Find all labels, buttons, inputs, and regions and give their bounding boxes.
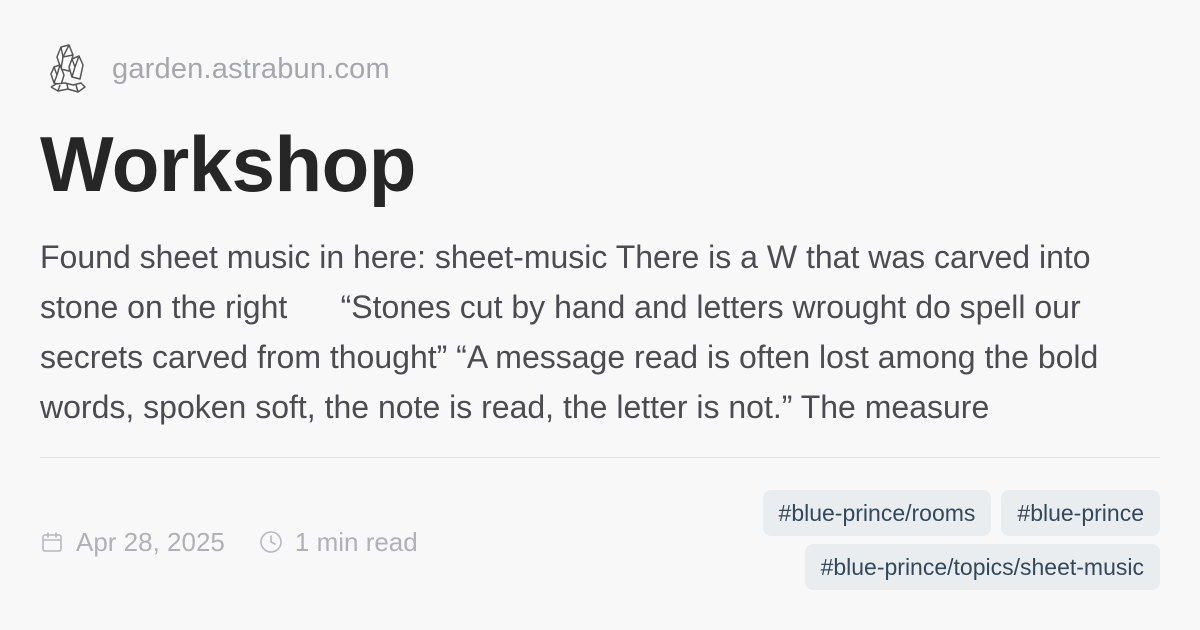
read-time-text: 1 min read <box>294 526 418 557</box>
site-name[interactable]: garden.astrabun.com <box>112 53 390 86</box>
clock-icon <box>259 530 283 554</box>
publish-date: Apr 28, 2025 <box>40 527 225 558</box>
tag-blue-prince-rooms[interactable]: #blue-prince/rooms <box>762 490 992 536</box>
read-time: 1 min read <box>259 527 418 558</box>
publish-date-text: Apr 28, 2025 <box>76 526 225 557</box>
calendar-icon <box>40 530 64 554</box>
page-excerpt: Found sheet music in here: sheet-music T… <box>40 239 1108 425</box>
page-title: Workshop <box>40 120 416 208</box>
tag-list: #blue-prince/rooms #blue-prince #blue-pr… <box>740 490 1160 590</box>
crystal-icon <box>46 42 90 96</box>
og-card: garden.astrabun.com Workshop Found sheet… <box>0 0 1200 630</box>
tag-blue-prince[interactable]: #blue-prince <box>1001 490 1160 536</box>
tag-blue-prince-topics-sheet-music[interactable]: #blue-prince/topics/sheet-music <box>804 544 1160 590</box>
divider <box>40 457 1160 458</box>
site-header[interactable]: garden.astrabun.com <box>46 42 390 96</box>
post-meta: Apr 28, 2025 1 min read <box>40 524 418 560</box>
